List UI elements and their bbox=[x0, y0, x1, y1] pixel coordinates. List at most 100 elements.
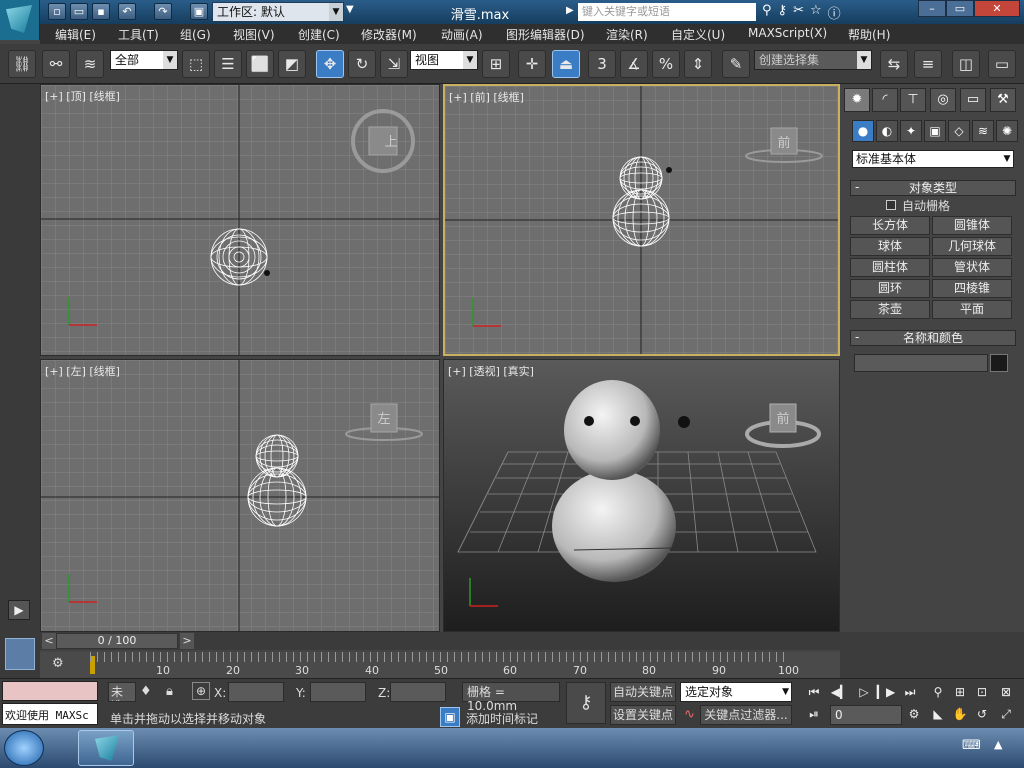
rollout-object-type[interactable]: - 对象类型 bbox=[850, 180, 1016, 196]
help-icon[interactable]: ⓘ bbox=[828, 3, 841, 22]
hierarchy-tab-icon[interactable]: ⊤ bbox=[900, 88, 926, 112]
absolute-mode-icon[interactable]: ⊕ bbox=[192, 682, 210, 700]
viewport-label[interactable]: [+] [透视] [真实] bbox=[448, 363, 534, 379]
rectangular-selection-icon[interactable]: ⬜ bbox=[246, 50, 274, 78]
binoculars-icon[interactable]: ⚲ bbox=[762, 3, 772, 21]
maximize-button[interactable]: ▭ bbox=[946, 0, 974, 17]
set-key-button[interactable]: 设置关键点 bbox=[610, 705, 676, 725]
viewcube-face[interactable]: 前 bbox=[770, 408, 796, 427]
menu-animation[interactable]: 动画(A) bbox=[441, 26, 483, 43]
key-mode-dropdown[interactable]: 选定对象 ▼ bbox=[680, 682, 792, 702]
angle-snap-icon[interactable]: ∡ bbox=[620, 50, 648, 78]
key-mode-toggle-icon[interactable]: ⏯ bbox=[804, 705, 824, 723]
app-menu-button[interactable] bbox=[0, 0, 40, 40]
menu-create[interactable]: 创建(C) bbox=[298, 26, 340, 43]
key-filters-button[interactable]: 关键点过滤器... bbox=[700, 705, 792, 725]
time-slider-thumb[interactable]: 0 / 100 bbox=[56, 633, 178, 649]
open-file-icon[interactable]: ▭ bbox=[70, 3, 88, 20]
spinner-snap-icon[interactable]: ⇕ bbox=[684, 50, 712, 78]
star-icon[interactable]: ☆ bbox=[810, 3, 822, 21]
menu-edit[interactable]: 编辑(E) bbox=[55, 26, 96, 43]
subscription-icon[interactable]: ✂ bbox=[793, 3, 804, 21]
time-tag-icon[interactable]: ▣ bbox=[440, 707, 460, 727]
chevron-down-icon[interactable]: ▼ bbox=[346, 4, 354, 15]
object-name-input[interactable] bbox=[854, 354, 988, 372]
add-time-tag[interactable]: 添加时间标记 bbox=[466, 710, 538, 727]
zoom-extents-all-icon[interactable]: ⊠ bbox=[996, 683, 1016, 701]
maxscript-mini-listener-input[interactable]: 欢迎使用 MAXSc bbox=[2, 703, 98, 725]
maximize-viewport-icon[interactable]: ⤢ bbox=[996, 705, 1016, 723]
redo-icon[interactable]: ↷ bbox=[154, 3, 172, 20]
lock-selection-icon[interactable]: 🔒︎ bbox=[166, 684, 173, 699]
selection-filter-dropdown[interactable]: 全部 ▼ bbox=[110, 50, 178, 70]
percent-snap-icon[interactable]: % bbox=[652, 50, 680, 78]
select-scale-icon[interactable]: ⇲ bbox=[380, 50, 408, 78]
viewport-label[interactable]: [+] [前] [线框] bbox=[449, 89, 524, 105]
start-button[interactable] bbox=[4, 730, 44, 766]
viewport-top[interactable]: [+] [顶] [线框] 上 bbox=[40, 84, 440, 356]
graphite-ribbon-icon[interactable]: ▭ bbox=[988, 50, 1016, 78]
select-link-icon[interactable]: ⛓ bbox=[8, 50, 36, 78]
select-rotate-icon[interactable]: ↻ bbox=[348, 50, 376, 78]
viewport-label[interactable]: [+] [顶] [线框] bbox=[45, 88, 120, 104]
object-color-swatch[interactable] bbox=[990, 354, 1008, 372]
go-to-start-icon[interactable]: ⏮ bbox=[804, 683, 824, 701]
space-warps-icon[interactable]: ≋ bbox=[972, 120, 994, 142]
current-frame-input[interactable]: 0 bbox=[830, 705, 902, 725]
save-file-icon[interactable]: ▪ bbox=[92, 3, 110, 20]
cameras-icon[interactable]: ▣ bbox=[924, 120, 946, 142]
pan-view-icon[interactable]: ✋ bbox=[950, 705, 970, 723]
go-to-end-icon[interactable]: ⏭ bbox=[900, 683, 920, 701]
create-cylinder-button[interactable]: 圆柱体 bbox=[850, 258, 930, 277]
select-object-icon[interactable]: ⬚ bbox=[182, 50, 210, 78]
window-crossing-icon[interactable]: ◩ bbox=[278, 50, 306, 78]
menu-help[interactable]: 帮助(H) bbox=[848, 26, 890, 43]
field-of-view-icon[interactable]: ◣ bbox=[928, 705, 948, 723]
pivot-center-icon[interactable]: ⊞ bbox=[482, 50, 510, 78]
select-manipulate-icon[interactable]: ✛ bbox=[518, 50, 546, 78]
align-icon[interactable]: ≡ bbox=[914, 50, 942, 78]
create-plane-button[interactable]: 平面 bbox=[932, 300, 1012, 319]
lights-icon[interactable]: ✦ bbox=[900, 120, 922, 142]
create-sphere-button[interactable]: 球体 bbox=[850, 237, 930, 256]
workspace-dropdown[interactable]: 工作区: 默认 ▼ bbox=[212, 2, 344, 22]
utilities-tab-icon[interactable]: ⚒ bbox=[990, 88, 1016, 112]
menu-group[interactable]: 组(G) bbox=[180, 26, 211, 43]
keyboard-shortcut-override-icon[interactable]: ⏏ bbox=[552, 50, 580, 78]
zoom-all-icon[interactable]: ⊞ bbox=[950, 683, 970, 701]
select-by-name-icon[interactable]: ☰ bbox=[214, 50, 242, 78]
zoom-icon[interactable]: ⚲ bbox=[928, 683, 948, 701]
zoom-extents-icon[interactable]: ⊡ bbox=[972, 683, 992, 701]
reference-coordinate-dropdown[interactable]: 视图 ▼ bbox=[410, 50, 478, 70]
create-torus-button[interactable]: 圆环 bbox=[850, 279, 930, 298]
expand-panel-icon[interactable]: ▶ bbox=[8, 600, 30, 620]
helpers-icon[interactable]: ◇ bbox=[948, 120, 970, 142]
mini-curve-editor-icon[interactable]: ⚙ bbox=[52, 656, 74, 672]
create-geosphere-button[interactable]: 几何球体 bbox=[932, 237, 1012, 256]
previous-frame-icon[interactable]: ◀▎ bbox=[830, 683, 850, 701]
snaps-toggle-icon[interactable]: 3 bbox=[588, 50, 616, 78]
category-dropdown[interactable]: 标准基本体 ▼ bbox=[852, 150, 1014, 168]
taskbar-3dsmax-button[interactable] bbox=[78, 730, 134, 766]
display-tab-icon[interactable]: ▭ bbox=[960, 88, 986, 112]
create-teapot-button[interactable]: 茶壶 bbox=[850, 300, 930, 319]
mirror-icon[interactable]: ⇆ bbox=[880, 50, 908, 78]
y-coordinate-input[interactable] bbox=[310, 682, 366, 702]
modify-tab-icon[interactable]: ◜ bbox=[872, 88, 898, 112]
systems-icon[interactable]: ✺ bbox=[996, 120, 1018, 142]
create-tube-button[interactable]: 管状体 bbox=[932, 258, 1012, 277]
create-pyramid-button[interactable]: 四棱锥 bbox=[932, 279, 1012, 298]
maxscript-mini-listener-output[interactable] bbox=[2, 681, 98, 701]
menu-graph-editors[interactable]: 图形编辑器(D) bbox=[506, 26, 585, 43]
auto-grid-checkbox[interactable] bbox=[886, 200, 896, 210]
new-file-icon[interactable]: ▫ bbox=[48, 3, 66, 20]
viewport-layout-tab[interactable] bbox=[0, 632, 40, 678]
layer-manager-icon[interactable]: ◫ bbox=[952, 50, 980, 78]
tray-arrow-icon[interactable]: ▲ bbox=[994, 738, 1002, 751]
help-search-input[interactable]: 键入关键字或短语 bbox=[578, 3, 756, 21]
create-tab-icon[interactable]: ✹ bbox=[844, 88, 870, 112]
menu-modifiers[interactable]: 修改器(M) bbox=[361, 26, 417, 43]
menu-rendering[interactable]: 渲染(R) bbox=[606, 26, 648, 43]
minimize-button[interactable]: – bbox=[918, 0, 946, 17]
unlink-icon[interactable]: ⚯ bbox=[42, 50, 70, 78]
